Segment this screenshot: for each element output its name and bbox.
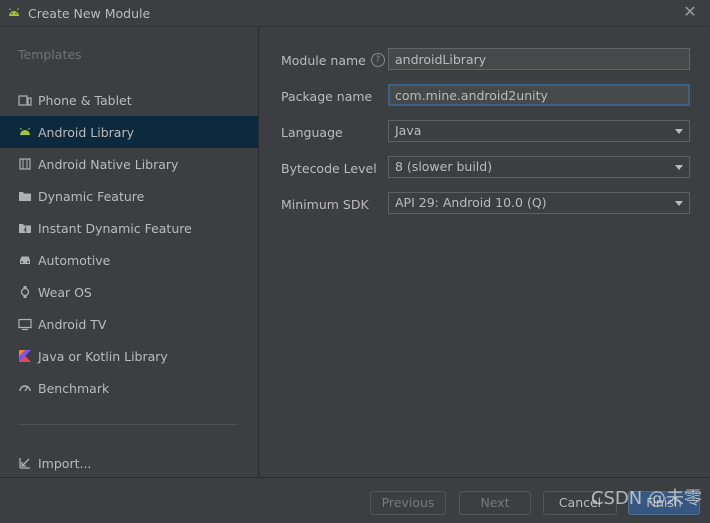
template-label: Android Library	[38, 124, 135, 140]
dialog-footer: Previous Next Cancel Finish	[0, 477, 710, 523]
import-label: Import...	[38, 455, 92, 471]
module-name-input[interactable]	[388, 48, 690, 70]
instant-folder-icon	[18, 221, 32, 235]
bytecode-level-value: 8 (slower build)	[395, 159, 493, 174]
next-button[interactable]: Next	[459, 491, 531, 515]
module-name-label-text: Module name	[281, 52, 366, 68]
help-icon[interactable]: ?	[370, 53, 385, 67]
previous-button[interactable]: Previous	[370, 491, 446, 515]
folder-icon	[18, 189, 32, 203]
import-section: Import...	[0, 447, 258, 479]
minimum-sdk-row: Minimum SDK	[281, 192, 387, 216]
template-label: Android Native Library	[38, 156, 179, 172]
dropdown-arrow-icon	[675, 165, 683, 170]
cancel-button[interactable]: Cancel	[543, 491, 617, 515]
templates-heading: Templates	[18, 47, 82, 62]
template-android-tv[interactable]: Android TV	[0, 308, 258, 340]
template-label: Android TV	[38, 316, 107, 332]
car-icon	[18, 253, 32, 267]
tv-icon	[18, 317, 32, 331]
template-label: Java or Kotlin Library	[38, 348, 168, 364]
import-button[interactable]: Import...	[0, 447, 258, 479]
minimum-sdk-value: API 29: Android 10.0 (Q)	[395, 195, 547, 210]
package-name-row: Package name	[281, 84, 387, 108]
module-name-label: Module name ?	[281, 53, 387, 68]
import-arrow-icon	[18, 456, 32, 470]
dropdown-arrow-icon	[675, 129, 683, 134]
language-label: Language	[281, 124, 343, 140]
template-label: Dynamic Feature	[38, 188, 145, 204]
phone-tablet-icon	[18, 93, 32, 107]
watch-icon	[18, 285, 32, 299]
module-form: Module name ? Package name Language Java…	[259, 27, 710, 477]
template-label: Wear OS	[38, 284, 92, 300]
module-name-row: Module name ?	[281, 48, 387, 72]
kotlin-icon	[18, 349, 32, 363]
dropdown-arrow-icon	[675, 201, 683, 206]
sidebar-divider	[18, 424, 238, 425]
template-wear-os[interactable]: Wear OS	[0, 276, 258, 308]
template-instant-dynamic-feature[interactable]: Instant Dynamic Feature	[0, 212, 258, 244]
package-name-label: Package name	[281, 88, 373, 104]
bytecode-level-select[interactable]: 8 (slower build)	[388, 156, 690, 178]
bytecode-level-row: Bytecode Level	[281, 156, 387, 180]
template-label: Automotive	[38, 252, 111, 268]
template-benchmark[interactable]: Benchmark	[0, 372, 258, 404]
android-icon	[18, 125, 32, 139]
finish-button[interactable]: Finish	[628, 491, 700, 515]
window-title: Create New Module	[28, 5, 151, 21]
android-studio-icon	[9, 8, 19, 16]
title-bar: Create New Module ✕	[0, 0, 710, 27]
close-icon[interactable]: ✕	[682, 4, 698, 20]
template-label: Benchmark	[38, 380, 110, 396]
templates-sidebar: Templates Phone & Tablet Android Library…	[0, 27, 259, 477]
template-dynamic-feature[interactable]: Dynamic Feature	[0, 180, 258, 212]
template-automotive[interactable]: Automotive	[0, 244, 258, 276]
minimum-sdk-select[interactable]: API 29: Android 10.0 (Q)	[388, 192, 690, 214]
template-android-library[interactable]: Android Library	[0, 116, 258, 148]
minimum-sdk-label: Minimum SDK	[281, 196, 369, 212]
template-list: Phone & Tablet Android Library Android N…	[0, 84, 258, 404]
language-row: Language	[281, 120, 387, 144]
template-phone-tablet[interactable]: Phone & Tablet	[0, 84, 258, 116]
template-java-kotlin-library[interactable]: Java or Kotlin Library	[0, 340, 258, 372]
package-name-input[interactable]	[388, 84, 690, 106]
language-value: Java	[395, 123, 422, 138]
native-library-icon	[18, 157, 32, 171]
gauge-icon	[18, 381, 32, 395]
template-label: Instant Dynamic Feature	[38, 220, 192, 236]
template-android-native-library[interactable]: Android Native Library	[0, 148, 258, 180]
template-label: Phone & Tablet	[38, 92, 132, 108]
language-select[interactable]: Java	[388, 120, 690, 142]
bytecode-level-label: Bytecode Level	[281, 160, 377, 176]
